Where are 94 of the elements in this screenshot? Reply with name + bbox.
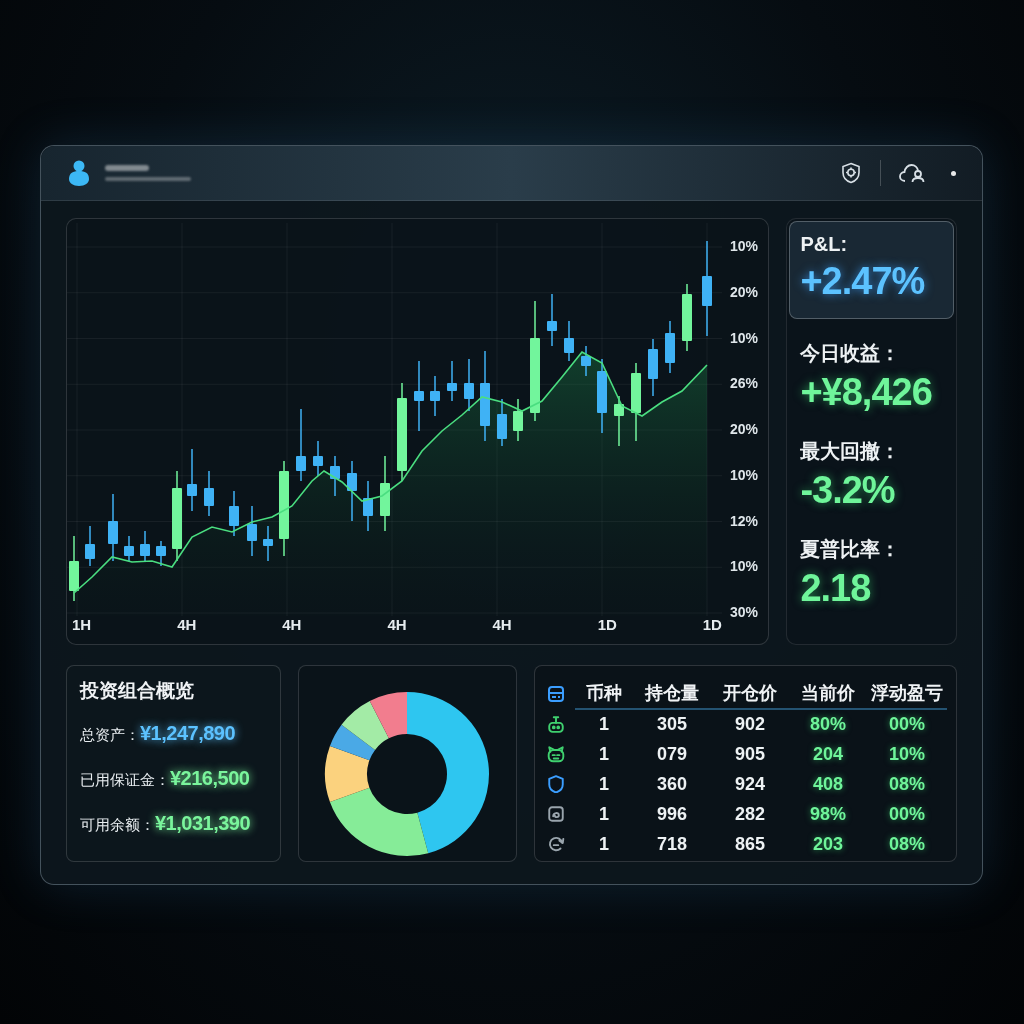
candlestick bbox=[204, 470, 214, 517]
candlestick bbox=[682, 283, 692, 352]
donut-slice bbox=[341, 700, 390, 750]
candlestick bbox=[414, 360, 424, 432]
list-box-icon bbox=[547, 685, 565, 703]
candlestick bbox=[313, 440, 323, 477]
stat-value: +2.47% bbox=[800, 260, 926, 302]
table-cell-text: 204 bbox=[811, 742, 844, 766]
field-value: ¥1,031,390 bbox=[155, 811, 251, 836]
axis-label: 26% bbox=[730, 375, 759, 392]
axis-label: 20% bbox=[730, 283, 759, 300]
candlestick bbox=[464, 358, 474, 412]
axis-label: 4H bbox=[282, 616, 302, 634]
axis-label: 4H bbox=[177, 616, 197, 634]
table-cell-text: 718 bbox=[655, 832, 688, 856]
column-header: 浮动盈亏 bbox=[867, 678, 947, 710]
axis-label: 4H bbox=[387, 616, 407, 634]
candlestick bbox=[665, 320, 675, 374]
column-header: 持仓量 bbox=[633, 678, 711, 710]
candlestick bbox=[69, 535, 79, 602]
candlestick bbox=[363, 480, 373, 532]
axis-label: 1D bbox=[597, 616, 617, 634]
stat-label: 最大回撤： bbox=[800, 439, 902, 463]
axis-label: 30% bbox=[730, 604, 759, 620]
table-cell-text: 1 bbox=[597, 712, 610, 736]
candlestick bbox=[547, 293, 557, 347]
stat-value: 2.18 bbox=[800, 567, 872, 609]
column-header: 开仓价 bbox=[711, 678, 789, 710]
axis-label: 12% bbox=[730, 512, 759, 529]
axis-label: 10% bbox=[730, 466, 759, 483]
table-cell-text: 924 bbox=[733, 772, 766, 796]
field-label: 可用余额： bbox=[80, 815, 155, 835]
table-cell-text: 00% bbox=[887, 802, 926, 826]
candlestick bbox=[187, 448, 197, 512]
field-value: ¥1,247,890 bbox=[140, 721, 236, 746]
table-cell-text: 1 bbox=[597, 772, 610, 796]
axis-label: 4H bbox=[492, 616, 512, 634]
candlestick bbox=[108, 493, 118, 562]
candlestick bbox=[564, 320, 574, 362]
table-cell-text: 079 bbox=[655, 742, 688, 766]
column-header: 当前价 bbox=[789, 678, 867, 710]
stat-label: P&L: bbox=[800, 232, 849, 256]
table-cell-text: 996 bbox=[655, 802, 688, 826]
candlestick bbox=[140, 530, 150, 562]
field-label: 总资产： bbox=[80, 725, 140, 745]
axis-label: 10% bbox=[730, 558, 759, 575]
table-cell-text: 360 bbox=[655, 772, 688, 796]
candlestick bbox=[648, 338, 658, 397]
field-label: 已用保证金： bbox=[80, 770, 170, 790]
user-logo-icon bbox=[67, 160, 91, 186]
candlestick bbox=[614, 395, 624, 447]
candlestick bbox=[497, 398, 507, 447]
field-value: ¥216,500 bbox=[170, 766, 250, 791]
table-cell-text: 1 bbox=[597, 802, 610, 826]
axis-label: 1H bbox=[72, 616, 92, 634]
table-cell-text: 905 bbox=[733, 742, 766, 766]
cloud-user-icon[interactable] bbox=[899, 163, 925, 183]
stat-value: -3.2% bbox=[800, 469, 896, 511]
table-cell-text: 1 bbox=[597, 742, 610, 766]
stat-label: 夏普比率： bbox=[800, 537, 902, 561]
column-header: 币种 bbox=[575, 678, 633, 710]
candlestick bbox=[347, 460, 357, 522]
axis-label: 10% bbox=[730, 238, 759, 254]
candlestick bbox=[156, 540, 166, 567]
table-cell-text: 865 bbox=[733, 832, 766, 856]
stat-value: +¥8,426 bbox=[800, 371, 933, 413]
candlestick bbox=[513, 398, 523, 442]
table-cell-text: 282 bbox=[733, 802, 766, 826]
table-cell-text: 203 bbox=[811, 832, 844, 856]
table-cell-text: 08% bbox=[887, 772, 926, 796]
stat-label: 今日收益： bbox=[800, 341, 902, 365]
table-cell-text: 408 bbox=[811, 772, 844, 796]
table-cell-text: 10% bbox=[887, 742, 926, 766]
table-cell-text: 98% bbox=[808, 802, 847, 826]
axis-label: 20% bbox=[730, 421, 759, 437]
axis-label: 10% bbox=[730, 329, 759, 346]
candlestick bbox=[247, 505, 257, 557]
card-title: 投资组合概览 bbox=[80, 679, 195, 703]
candlestick bbox=[85, 525, 95, 567]
candlestick bbox=[330, 455, 340, 497]
table-cell-text: 08% bbox=[887, 832, 926, 856]
table-cell-text: 80% bbox=[808, 712, 847, 736]
candlestick bbox=[430, 375, 440, 417]
candlestick bbox=[581, 345, 591, 377]
candlestick bbox=[229, 490, 239, 537]
candlestick bbox=[447, 360, 457, 402]
candlestick bbox=[263, 525, 273, 562]
table-cell-text: 1 bbox=[597, 832, 610, 856]
candlestick bbox=[124, 535, 134, 562]
table-cell-text: 305 bbox=[655, 712, 688, 736]
shield-gear-icon[interactable] bbox=[840, 162, 862, 184]
table-cell-text: 00% bbox=[887, 712, 926, 736]
table-cell-text: 902 bbox=[733, 712, 766, 736]
axis-label: 1D bbox=[702, 616, 722, 634]
